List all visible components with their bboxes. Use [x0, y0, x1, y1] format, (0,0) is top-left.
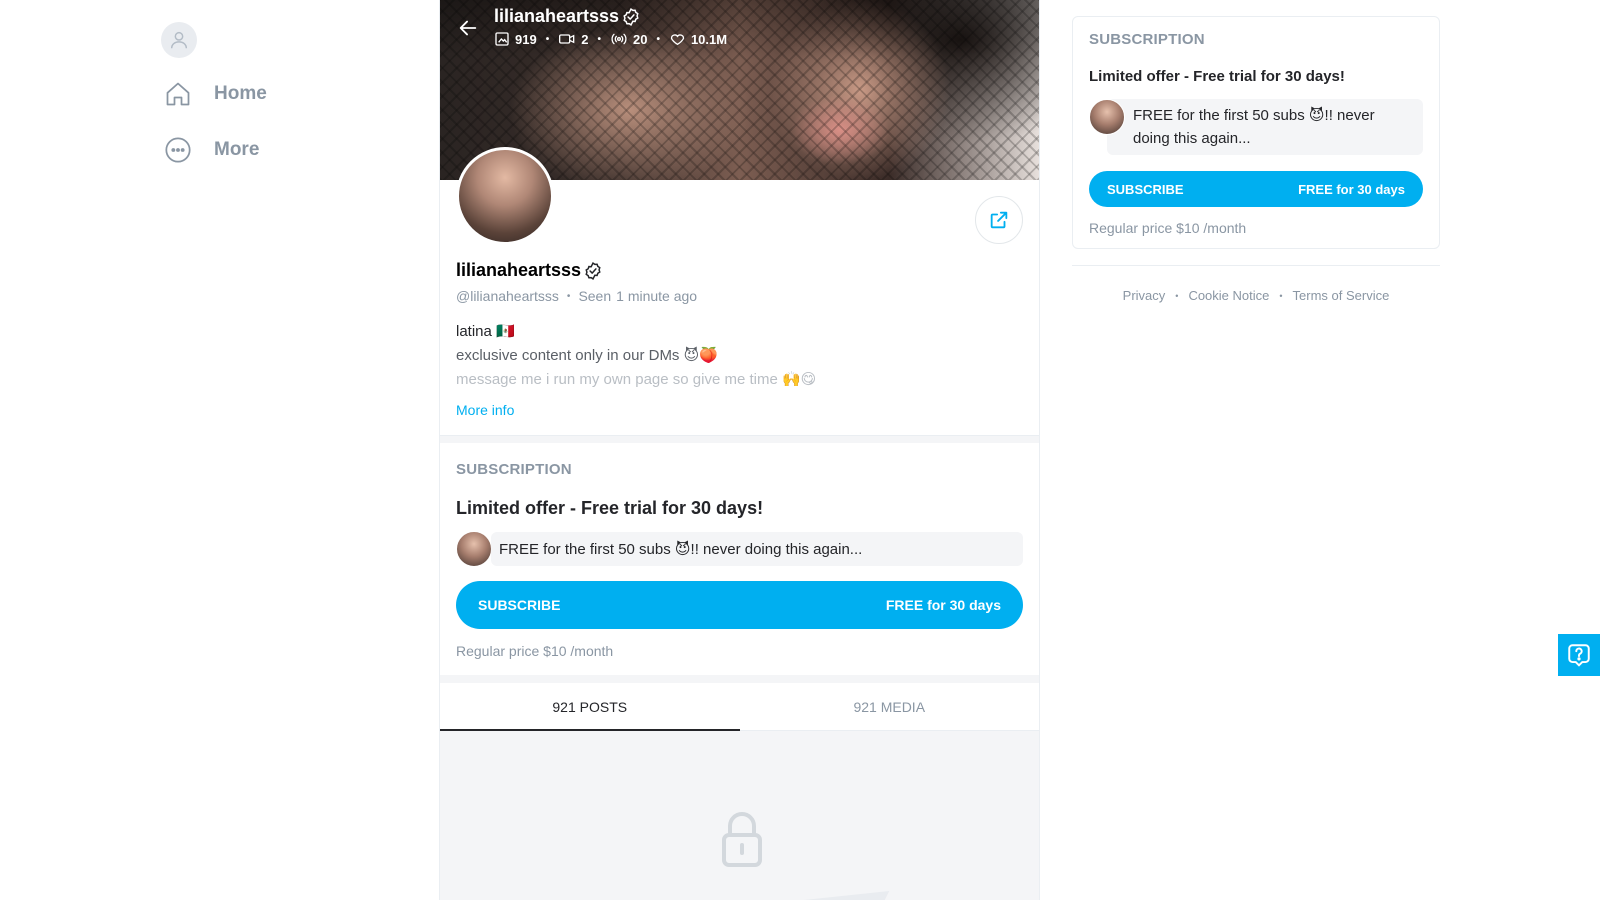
stat-photos: 919 [494, 31, 537, 47]
stat-likes: 10.1M [669, 31, 727, 47]
verified-icon [583, 261, 603, 281]
message-avatar [1089, 99, 1125, 135]
seen-label: Seen [578, 288, 612, 304]
profile-handle: @lilianaheartsss [456, 288, 559, 304]
profile-stats: 919 • 2 • 20 • 10.1M [494, 31, 727, 47]
cover-username: lilianaheartsss [494, 6, 620, 26]
right-sidebar: SUBSCRIPTION Limited offer - Free trial … [1072, 16, 1440, 303]
cookie-notice-link[interactable]: Cookie Notice [1188, 288, 1269, 303]
broadcast-icon [610, 31, 628, 47]
help-button[interactable] [1558, 634, 1600, 676]
offer-title: Limited offer - Free trial for 30 days! [1089, 68, 1345, 85]
bio-line: message me i run my own page so give me … [456, 371, 817, 388]
subscribe-button[interactable]: SUBSCRIBE FREE for 30 days [1089, 171, 1423, 207]
profile-display-name: lilianaheartsss [456, 260, 582, 280]
video-icon [558, 31, 576, 47]
subscribe-button-value: FREE for 30 days [1298, 181, 1405, 197]
tab-posts[interactable]: 921 POSTS [440, 683, 740, 731]
user-avatar[interactable] [161, 22, 197, 58]
dot-separator: • [656, 33, 660, 45]
help-icon [1566, 642, 1592, 668]
stat-streams: 20 [610, 31, 647, 47]
message-text: FREE for the first 50 subs 😈!! never doi… [1107, 99, 1423, 155]
subscribe-button-value: FREE for 30 days [885, 597, 1001, 613]
tab-media[interactable]: 921 MEDIA [740, 683, 1040, 730]
home-icon [163, 79, 193, 109]
dot-separator: • [1279, 290, 1283, 301]
stat-videos: 2 [558, 31, 588, 47]
stat-streams-count: 20 [632, 31, 648, 47]
section-divider [1072, 265, 1440, 266]
share-button[interactable] [975, 196, 1023, 244]
profile-avatar[interactable] [456, 147, 554, 245]
share-icon [988, 209, 1010, 231]
arrow-left-icon [457, 17, 479, 39]
sidebar-item-label: More [214, 139, 260, 160]
dot-separator: • [545, 33, 550, 45]
message-avatar [456, 531, 492, 567]
offer-message: FREE for the first 50 subs 😈!! never doi… [456, 531, 1023, 567]
content-tabs: 921 POSTS 921 MEDIA [440, 675, 1039, 731]
lock-icon [720, 811, 764, 867]
user-icon [168, 29, 190, 51]
cover-header: lilianaheartsss 919 • 2 • 20 • 10.1M [454, 6, 727, 50]
image-icon [494, 31, 510, 47]
stat-photos-count: 919 [515, 31, 537, 47]
profile-name-row: lilianaheartsss [456, 260, 1023, 281]
sidebar-item-home[interactable]: Home [160, 74, 420, 114]
profile-bio: latina 🇲🇽 exclusive content only in our … [456, 320, 1023, 392]
stat-videos-count: 2 [581, 31, 589, 47]
subscription-heading: SUBSCRIPTION [456, 461, 572, 478]
bio-line: latina 🇲🇽 [456, 323, 515, 340]
locked-content-placeholder [440, 731, 1039, 900]
terms-link[interactable]: Terms of Service [1293, 288, 1390, 303]
dot-separator: • [597, 33, 601, 45]
stat-likes-count: 10.1M [690, 31, 728, 47]
regular-price: Regular price $10 /month [456, 643, 614, 659]
more-info-link[interactable]: More info [456, 402, 514, 418]
profile-main: lilianaheartsss 919 • 2 • 20 • 10.1M lil… [439, 0, 1040, 900]
bio-line: exclusive content only in our DMs 😈🍑 [456, 347, 718, 364]
verified-icon [621, 7, 641, 27]
section-divider [440, 435, 1039, 443]
placeholder-wave [803, 891, 890, 900]
sidebar-item-more[interactable]: More [160, 130, 420, 170]
subscribe-button[interactable]: SUBSCRIBE FREE for 30 days [456, 581, 1023, 629]
regular-price: Regular price $10 /month [1089, 220, 1247, 236]
subscribe-button-label: SUBSCRIBE [1107, 181, 1184, 197]
profile-meta: @lilianaheartsss • Seen 1 minute ago [456, 288, 1023, 304]
cover-display-name: lilianaheartsss [494, 6, 727, 27]
subscription-card: SUBSCRIPTION Limited offer - Free trial … [1072, 16, 1440, 249]
heart-icon [669, 31, 686, 47]
offer-title: Limited offer - Free trial for 30 days! [456, 498, 764, 518]
more-circle-icon [163, 135, 193, 165]
message-text: FREE for the first 50 subs 😈!! never doi… [491, 532, 1023, 566]
back-button[interactable] [454, 6, 482, 50]
dot-separator: • [566, 290, 571, 302]
dot-separator: • [1175, 290, 1179, 301]
seen-time: 1 minute ago [616, 288, 698, 304]
privacy-link[interactable]: Privacy [1123, 288, 1166, 303]
left-sidebar: Home More [160, 22, 420, 170]
sidebar-item-label: Home [214, 83, 267, 104]
subscription-heading: SUBSCRIPTION [1089, 31, 1205, 48]
subscribe-button-label: SUBSCRIBE [478, 597, 561, 613]
subscription-section: SUBSCRIPTION Limited offer - Free trial … [440, 443, 1039, 675]
offer-message: FREE for the first 50 subs 😈!! never doi… [1089, 99, 1423, 155]
footer-links: Privacy • Cookie Notice • Terms of Servi… [1072, 288, 1440, 303]
